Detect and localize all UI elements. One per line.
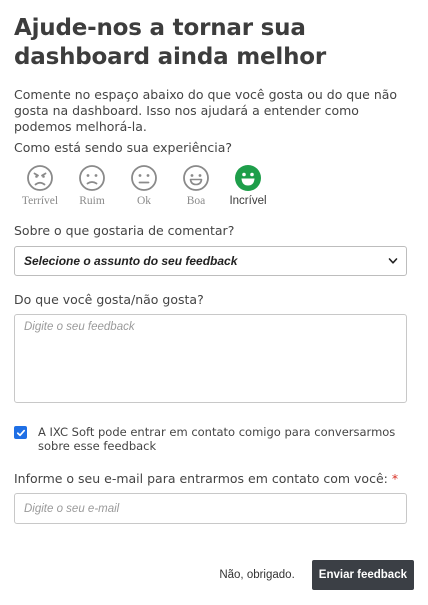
rating-incrivel[interactable]: Incrível <box>222 164 274 207</box>
experience-question: Como está sendo sua experiência? <box>14 140 233 155</box>
rating-label: Ruim <box>79 195 105 207</box>
submit-feedback-button[interactable]: Enviar feedback <box>311 560 414 590</box>
email-field[interactable]: Digite o seu e-mail <box>14 493 407 524</box>
feedback-textarea[interactable]: Digite o seu feedback <box>14 314 407 403</box>
page-title: Ajude-nos a tornar sua dashboard ainda m… <box>14 15 326 70</box>
experience-rating: Terrível Ruim Ok Boa Incrível <box>14 164 407 207</box>
consent-checkbox[interactable] <box>14 426 27 439</box>
rating-label: Incrível <box>229 195 267 207</box>
feedback-form: Ajude-nos a tornar sua dashboard ainda m… <box>14 14 407 524</box>
topic-question: Sobre o que gostaria de comentar? <box>14 223 235 238</box>
smile-face-icon <box>183 165 209 191</box>
required-mark: * <box>391 471 399 486</box>
check-icon <box>16 429 25 436</box>
rating-label: Terrível <box>21 195 59 207</box>
rating-label: Ok <box>136 195 152 207</box>
like-question: Do que você gosta/não gosta? <box>14 292 204 307</box>
consent-row: A IXC Soft pode entrar em contato comigo… <box>14 425 407 453</box>
rating-ok[interactable]: Ok <box>118 164 170 207</box>
topic-select-value: Selecione o assunto do seu feedback <box>24 254 238 268</box>
form-footer: Não, obrigado. Enviar feedback <box>219 560 414 590</box>
consent-label: A IXC Soft pode entrar em contato comigo… <box>38 425 396 453</box>
feedback-placeholder: Digite o seu feedback <box>24 321 135 333</box>
email-question: Informe o seu e-mail para entrarmos em c… <box>14 471 407 487</box>
email-question-text: Informe o seu e-mail para entrarmos em c… <box>14 471 388 486</box>
chevron-down-icon <box>388 258 398 264</box>
dismiss-button[interactable]: Não, obrigado. <box>219 569 294 581</box>
email-placeholder: Digite o seu e-mail <box>24 502 120 515</box>
topic-select[interactable]: Selecione o assunto do seu feedback <box>14 246 407 276</box>
angry-face-icon <box>27 165 53 191</box>
rating-terrivel[interactable]: Terrível <box>14 164 66 207</box>
rating-ruim[interactable]: Ruim <box>66 164 118 207</box>
grin-face-icon <box>235 165 261 191</box>
rating-boa[interactable]: Boa <box>170 164 222 207</box>
sad-face-icon <box>79 165 105 191</box>
intro-text: Comente no espaço abaixo do que você gos… <box>14 87 398 134</box>
rating-label: Boa <box>186 195 206 207</box>
neutral-face-icon <box>131 165 157 191</box>
